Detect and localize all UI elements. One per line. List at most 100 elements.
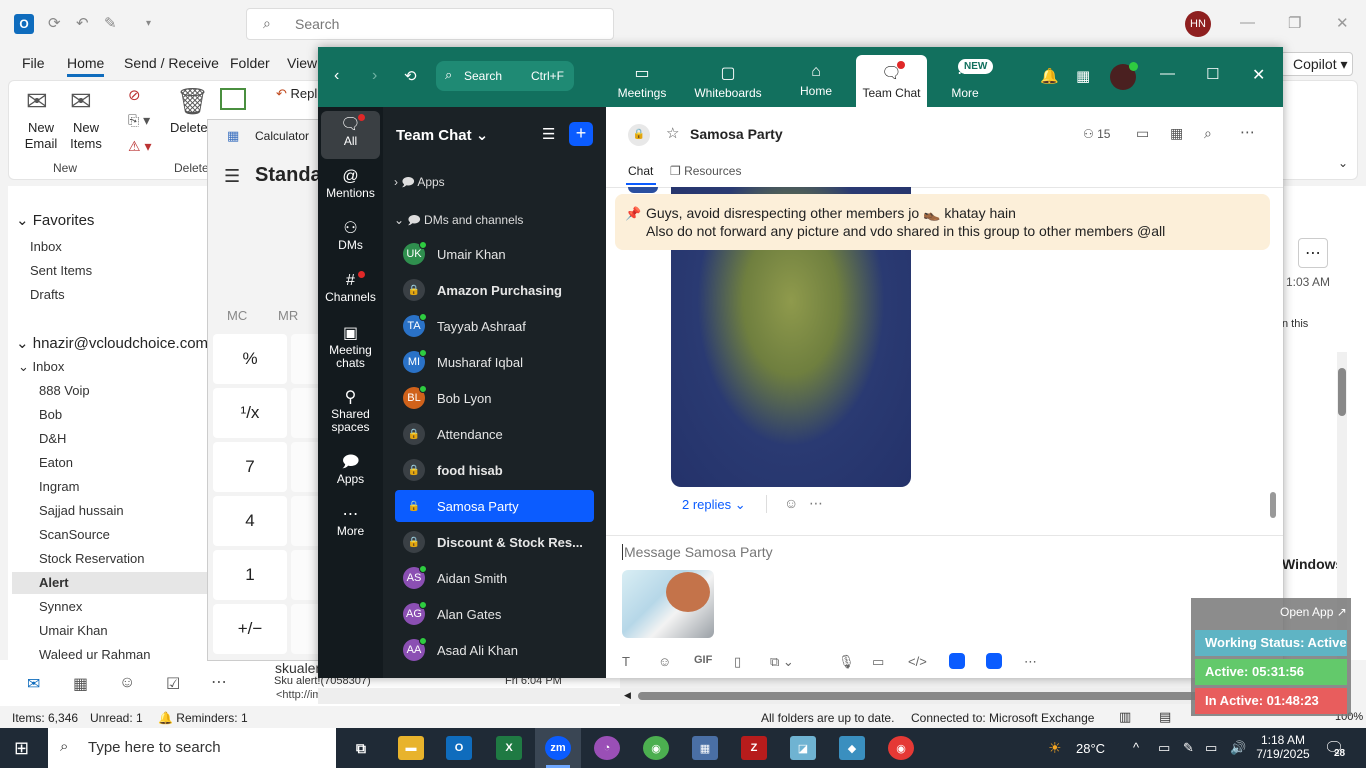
favorite-drafts[interactable]: Drafts <box>30 287 65 302</box>
calc-button[interactable] <box>291 496 321 546</box>
section-apps[interactable]: › 🗩 Apps <box>394 173 445 194</box>
minimize-icon[interactable]: — <box>1160 65 1175 82</box>
star-icon[interactable]: ☆ <box>666 124 679 142</box>
section-dms-channels[interactable]: ⌄ 🗩 DMs and channels <box>394 211 523 232</box>
more-apps-icon[interactable]: ⋯ <box>211 672 227 692</box>
sidebar-item-dms[interactable]: ⚇ DMs <box>321 221 380 252</box>
file-explorer-icon[interactable]: ▬ <box>398 736 424 760</box>
pinned-message[interactable]: 📌 Guys, avoid disrespecting other member… <box>615 194 1270 250</box>
show-hidden-icon[interactable]: ^ <box>1133 740 1139 755</box>
tab-send-receive[interactable]: Send / Receive <box>124 55 219 71</box>
account-header[interactable]: ⌄ hnazir@vcloudchoice.com <box>16 334 208 352</box>
reciprocal-button[interactable]: ¹/x <box>213 388 287 438</box>
format-text-icon[interactable]: T <box>622 654 630 669</box>
customize-qat-icon[interactable]: ▾ <box>146 18 151 29</box>
new-items-button[interactable]: New Items <box>64 120 108 152</box>
search-icon[interactable]: ⌕ <box>1204 125 1212 142</box>
calc-button[interactable] <box>291 388 321 438</box>
chat-item[interactable]: UK Umair Khan <box>395 238 594 270</box>
digit-4-button[interactable]: 4 <box>213 496 287 546</box>
tab-view[interactable]: View <box>287 55 317 71</box>
reading-view-icon[interactable]: ▤ <box>1159 709 1171 725</box>
folder-inbox[interactable]: ⌄ Inbox <box>18 359 64 375</box>
sidebar-item-apps[interactable]: 🗩 Apps <box>321 455 380 486</box>
app-icon-1[interactable] <box>949 653 965 669</box>
filter-icon[interactable]: ☰ <box>542 125 555 143</box>
favorite-inbox[interactable]: Inbox <box>30 239 62 254</box>
calc-button[interactable] <box>291 550 321 600</box>
horizontal-scroll-thumb[interactable] <box>638 692 1253 700</box>
status-reminders[interactable]: 🔔 Reminders: 1 <box>158 711 248 725</box>
more-options-icon[interactable]: ⋯ <box>1298 238 1328 268</box>
composer-more-icon[interactable]: ⋯ <box>1024 654 1037 670</box>
new-chat-button[interactable]: + <box>569 122 593 146</box>
taskbar-search[interactable]: ⌕ Type here to search <box>48 728 336 768</box>
favorites-header[interactable]: ⌄ Favorites <box>16 211 94 229</box>
weather-temp[interactable]: 28°C <box>1076 741 1105 756</box>
more-options-icon[interactable]: ⋯ <box>1240 123 1255 141</box>
schedule-icon[interactable]: ▦ <box>1170 125 1183 142</box>
weather-icon[interactable]: ☀ <box>1048 739 1061 757</box>
replies-link[interactable]: 2 replies ⌄ <box>682 497 746 513</box>
folder-item[interactable]: Stock Reservation <box>39 551 145 566</box>
windows-start-icon[interactable]: ⊞ <box>14 738 29 759</box>
zoom-icon[interactable]: zm <box>545 736 571 760</box>
sidebar-item-shared-spaces[interactable]: ⚲ Shared spaces <box>321 390 380 434</box>
folder-item-alert[interactable]: Alert <box>39 575 69 590</box>
folder-item[interactable]: 888 Voip <box>39 383 90 398</box>
folder-item[interactable]: Ingram <box>39 479 79 494</box>
pen-icon[interactable]: ✎ <box>1183 740 1194 756</box>
undo-icon[interactable]: ↶ <box>76 14 89 32</box>
folder-item[interactable]: D&H <box>39 431 66 446</box>
screenshot-icon[interactable]: ⧉ ⌄ <box>770 654 794 670</box>
folder-item[interactable]: ScanSource <box>39 527 110 542</box>
tab-home[interactable]: Home <box>67 55 105 77</box>
digit-7-button[interactable]: 7 <box>213 442 287 492</box>
battery-icon[interactable]: ▭ <box>1158 740 1170 756</box>
team-chat-title[interactable]: Team Chat ⌄ <box>396 126 488 144</box>
sidebar-item-meeting-chats[interactable]: ▣ Meeting chats <box>321 326 380 370</box>
clock[interactable]: 1:18 AM 7/19/2025 <box>1254 733 1312 761</box>
tab-team-chat[interactable]: 🗨 Team Chat <box>856 55 927 107</box>
memory-clear-button[interactable]: MC <box>227 308 247 323</box>
avatar[interactable]: HN <box>1185 11 1211 37</box>
maximize-icon[interactable]: ❐ <box>1288 14 1301 32</box>
tab-file[interactable]: File <box>22 55 45 71</box>
folder-item[interactable]: Sajjad hussain <box>39 503 124 518</box>
tab-whiteboards[interactable]: ▢ Whiteboards <box>692 63 764 100</box>
chat-item[interactable]: AS Aidan Smith <box>395 562 594 594</box>
outlook-taskbar-icon[interactable]: O <box>446 736 472 760</box>
normal-view-icon[interactable]: ▥ <box>1119 709 1131 725</box>
folder-item[interactable]: Synnex <box>39 599 82 614</box>
tab-home[interactable]: ⌂ Home <box>798 63 834 98</box>
favorite-sent-items[interactable]: Sent Items <box>30 263 92 278</box>
percent-button[interactable]: % <box>213 334 287 384</box>
negate-button[interactable]: +/− <box>213 604 287 654</box>
app-icon[interactable]: ◆ <box>839 736 865 760</box>
chat-item[interactable]: 🔒 Discount & Stock Res... <box>395 526 594 558</box>
delete-button[interactable]: Delete <box>170 120 208 136</box>
hamburger-menu-icon[interactable]: ☰ <box>224 166 240 187</box>
close-icon[interactable]: ✕ <box>1252 65 1265 85</box>
message-more-icon[interactable]: ⋯ <box>809 495 823 512</box>
chat-item[interactable]: AG Alan Gates <box>395 598 594 630</box>
app-icon-2[interactable] <box>986 653 1002 669</box>
sync-icon[interactable]: ⟳ <box>48 14 61 32</box>
audio-icon[interactable]: 🎙 <box>838 654 855 670</box>
outlook-search-input[interactable]: ⌕ Search <box>246 8 614 40</box>
app-icon[interactable]: ◪ <box>790 736 816 760</box>
mail-icon[interactable]: ✉ <box>27 674 40 694</box>
video-call-icon[interactable]: ▭ <box>1136 125 1149 142</box>
copilot-button[interactable]: Copilot ▾ <box>1280 52 1353 76</box>
tab-meetings[interactable]: ▭ Meetings <box>617 63 667 100</box>
add-reaction-icon[interactable]: ☺ <box>784 495 798 511</box>
digit-1-button[interactable]: 1 <box>213 550 287 600</box>
tab-folder[interactable]: Folder <box>230 55 270 71</box>
code-icon[interactable]: </> <box>908 654 927 669</box>
scroll-left-icon[interactable]: ◀ <box>624 690 631 701</box>
tasks-icon[interactable]: ☑ <box>166 674 180 694</box>
folder-item[interactable]: Bob <box>39 407 62 422</box>
file-icon[interactable]: ▯ <box>734 654 741 670</box>
sidebar-item-more[interactable]: ⋯ More <box>321 507 380 538</box>
minimize-icon[interactable]: — <box>1240 14 1255 31</box>
